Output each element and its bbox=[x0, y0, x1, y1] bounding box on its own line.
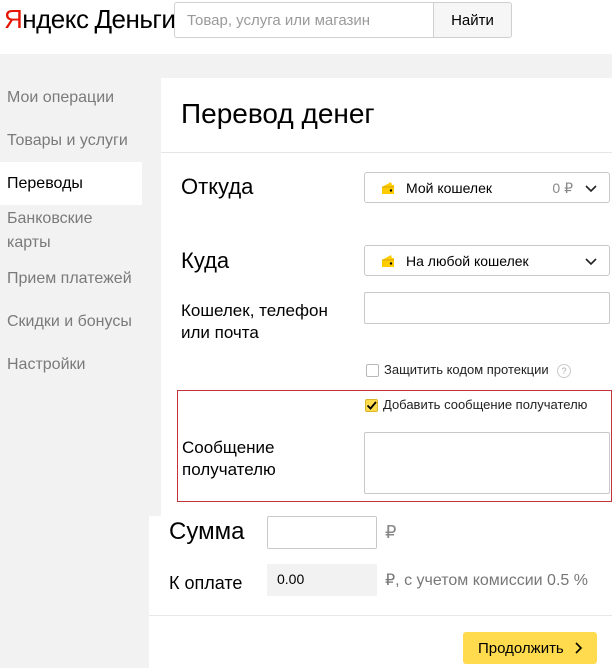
chevron-down-icon bbox=[585, 185, 597, 193]
search-input[interactable] bbox=[174, 2, 434, 38]
from-wallet-balance: 0 ₽ bbox=[552, 180, 573, 196]
message-label: Сообщение получателю bbox=[182, 438, 276, 479]
checkmark-icon bbox=[366, 401, 377, 410]
to-label: Куда bbox=[181, 248, 230, 273]
wallet-icon bbox=[382, 255, 394, 267]
protect-code-checkbox[interactable]: Защитить кодом протекции bbox=[366, 362, 576, 380]
wallet-icon bbox=[382, 182, 394, 194]
protect-code-label: Защитить кодом протекции bbox=[384, 362, 549, 377]
search-button[interactable]: Найти bbox=[433, 2, 512, 38]
header: ЯндексДеньги Найти bbox=[0, 0, 612, 54]
help-icon[interactable]: ? bbox=[557, 364, 571, 378]
search-bar: Найти bbox=[174, 2, 512, 38]
chevron-right-icon bbox=[575, 642, 583, 654]
sidebar-item-settings[interactable]: Настройки bbox=[0, 353, 92, 377]
sum-label: Сумма bbox=[169, 518, 245, 545]
sidebar-item-transfers[interactable]: Переводы bbox=[0, 162, 142, 205]
to-wallet-name: На любой кошелек bbox=[406, 253, 529, 269]
from-wallet-name: Мой кошелек bbox=[406, 180, 493, 196]
to-wallet-select[interactable]: На любой кошелек bbox=[364, 245, 610, 276]
sum-input[interactable] bbox=[267, 516, 377, 549]
sidebar-item-operations[interactable]: Мои операции bbox=[0, 86, 121, 110]
pay-amount: 0.00 bbox=[267, 564, 377, 596]
continue-label: Продолжить bbox=[478, 639, 564, 657]
pay-label: К оплате bbox=[169, 573, 243, 593]
sum-section: Сумма ₽ К оплате 0.00 ₽, с учетом комисс… bbox=[149, 516, 612, 668]
message-highlight-box: Добавить сообщение получателю Сообщение … bbox=[177, 390, 612, 502]
yandex-money-logo[interactable]: Яндекс Деньги bbox=[4, 4, 176, 35]
sidebar-item-bank-cards[interactable]: Банковские карты bbox=[0, 207, 142, 255]
add-message-checkbox[interactable]: Добавить сообщение получателю bbox=[365, 397, 605, 415]
logo-letter: Я bbox=[4, 4, 23, 34]
logo-yandex: ндекс bbox=[22, 4, 89, 34]
title-divider bbox=[161, 152, 612, 153]
chevron-down-icon bbox=[585, 258, 597, 266]
page-title: Перевод денег bbox=[181, 98, 375, 129]
from-wallet-select[interactable]: Мой кошелек 0 ₽ bbox=[364, 172, 610, 203]
commission-note: ₽, с учетом комиссии 0.5 % bbox=[385, 572, 588, 589]
continue-button[interactable]: Продолжить bbox=[463, 632, 597, 664]
sum-divider bbox=[149, 615, 612, 616]
currency-sign: ₽ bbox=[385, 522, 397, 542]
message-input[interactable] bbox=[364, 432, 610, 494]
from-label: Откуда bbox=[181, 174, 254, 199]
add-message-box[interactable] bbox=[365, 399, 378, 412]
recipient-label: Кошелек, телефон или почта bbox=[181, 301, 328, 342]
add-message-label: Добавить сообщение получателю bbox=[383, 397, 588, 412]
logo-money: Деньги bbox=[94, 4, 176, 34]
protect-code-box[interactable] bbox=[366, 364, 379, 377]
sidebar-item-goods[interactable]: Товары и услуги bbox=[0, 129, 135, 153]
recipient-input[interactable] bbox=[364, 292, 610, 324]
sidebar-item-payments[interactable]: Прием платежей bbox=[0, 267, 139, 291]
sidebar-item-discounts[interactable]: Скидки и бонусы bbox=[0, 310, 139, 334]
